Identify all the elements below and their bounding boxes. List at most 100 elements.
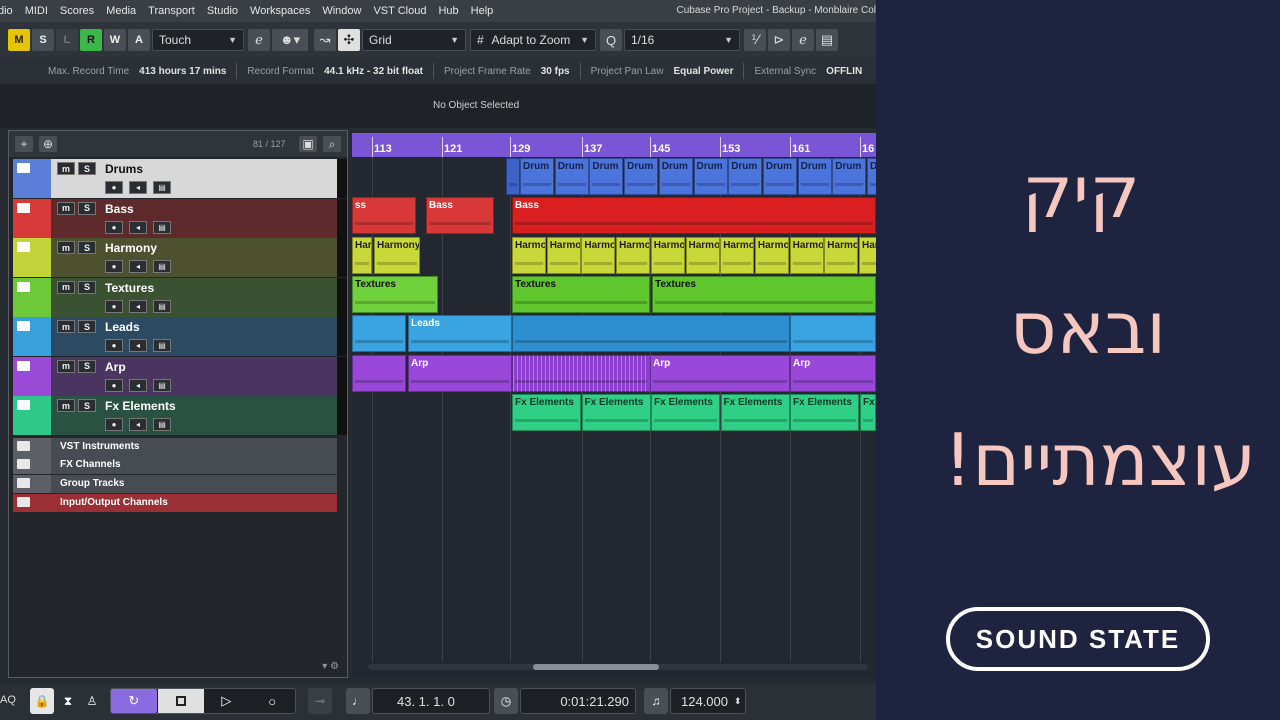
drum-clip[interactable]: Drum (797, 158, 832, 195)
mute-button[interactable]: m (57, 320, 75, 333)
solo-button[interactable]: S (78, 201, 96, 215)
arp-clip[interactable] (512, 354, 650, 392)
solo-button[interactable]: S (78, 320, 96, 333)
timeline-ruler[interactable]: 113 121 129 137 145 153 161 16 (352, 133, 876, 157)
record-enable-icon[interactable]: ● (105, 181, 123, 194)
harmony-clip[interactable]: Harmo (581, 236, 616, 274)
edit-channel-icon[interactable]: ▤ (153, 299, 171, 313)
bass-clip[interactable]: Bass (426, 197, 494, 235)
edit-channel-icon[interactable]: ▤ (153, 260, 171, 273)
harmony-clip[interactable]: Harmo (512, 236, 546, 274)
edit-channel-icon[interactable]: ▤ (153, 181, 171, 194)
drum-clip[interactable]: Drum (624, 158, 659, 195)
solo-button[interactable]: S (78, 280, 96, 294)
person-icon[interactable]: ♙ (80, 688, 104, 714)
track-name[interactable]: Bass (105, 202, 134, 216)
mute-button[interactable]: m (57, 399, 75, 412)
quantize-button[interactable]: Q (600, 29, 622, 51)
solo-button[interactable]: S (78, 162, 96, 175)
fx-elements-clip[interactable]: Fx Elements (512, 393, 581, 431)
drum-clip[interactable]: Drum (693, 158, 728, 195)
monitor-icon[interactable]: ◂ (129, 339, 147, 352)
folder-track-group-tracks[interactable]: Group Tracks (13, 475, 347, 494)
track-name[interactable]: Arp (105, 360, 126, 374)
mute-button[interactable]: m (57, 241, 75, 254)
harmony-clip[interactable]: Harmo (754, 236, 789, 274)
position-bars-display[interactable]: 43. 1. 1. 0 (372, 688, 490, 714)
settings-gear-icon[interactable]: ▾ ⚙ (322, 661, 339, 672)
folder-name[interactable]: VST Instruments (60, 441, 139, 452)
monitor-icon[interactable]: ◂ (129, 418, 147, 431)
monitor-icon[interactable]: ◂ (129, 181, 147, 194)
record-enable-icon[interactable]: ● (105, 378, 123, 392)
record-enable-icon[interactable]: ● (105, 220, 123, 234)
menu-item-scores[interactable]: Scores (60, 5, 94, 17)
drum-clip[interactable]: Drum (658, 158, 693, 195)
menu-item-midi[interactable]: MIDI (25, 5, 48, 17)
folder-name[interactable]: Group Tracks (60, 478, 124, 489)
position-time-display[interactable]: 0:01:21.290 (520, 688, 636, 714)
tempo-display[interactable]: 124.000 ⬍ (670, 688, 746, 714)
folder-name[interactable]: Input/Output Channels (60, 497, 168, 508)
arp-clip[interactable]: Arp (408, 354, 512, 392)
drum-clip[interactable]: Drum (728, 158, 763, 195)
iterative-quantize-icon[interactable]: ⅟ (744, 29, 766, 51)
track-row-harmony[interactable]: m S Harmony ● ◂ ▤ (13, 238, 347, 277)
monitor-icon[interactable]: ◂ (129, 260, 147, 273)
monitor-icon[interactable]: ◂ (129, 378, 147, 392)
harmony-clip[interactable]: Harmo (824, 236, 859, 274)
menu-item-media[interactable]: Media (106, 5, 136, 17)
edit-channel-icon[interactable]: ▤ (153, 418, 171, 431)
menu-item-transport[interactable]: Transport (148, 5, 195, 17)
edit-channel-icon[interactable]: ▤ (153, 339, 171, 352)
info-value[interactable]: OFFLIN (826, 66, 862, 77)
search-icon[interactable]: ⌕ (323, 136, 341, 152)
play-button[interactable]: ▷ (204, 689, 250, 713)
drum-clip[interactable]: Drum (589, 158, 624, 195)
panel-icon[interactable]: ▤ (816, 29, 838, 51)
edit-channel-icon[interactable]: ▤ (153, 378, 171, 392)
harmony-clip[interactable]: Harmo (352, 236, 372, 274)
drum-clip[interactable]: Drum (520, 158, 554, 195)
menu-item-dio[interactable]: dio (0, 5, 13, 17)
listen-mode-button[interactable]: L (56, 29, 78, 51)
stepper-icon[interactable]: ⬍ (734, 696, 742, 707)
snap-icon[interactable]: ✣ (338, 29, 360, 51)
folder-track-fx-channels[interactable]: FX Channels (13, 456, 347, 475)
harmony-clip[interactable]: Harmo (685, 236, 720, 274)
grid-mode-select[interactable]: # Adapt to Zoom ▼ (470, 29, 596, 51)
leads-clip[interactable] (352, 315, 406, 353)
record-enable-icon[interactable]: ● (105, 260, 123, 273)
menu-item-workspaces[interactable]: Workspaces (250, 5, 310, 17)
edit-icon[interactable]: ℯ (248, 29, 270, 51)
snap-curve-icon[interactable]: ↝ (314, 29, 336, 51)
read-automation-button[interactable]: R (80, 29, 102, 51)
track-visibility-icon[interactable]: ▣ (299, 136, 317, 152)
add-folder-icon[interactable]: ⊕ (39, 136, 57, 152)
arp-clip[interactable]: Arp (650, 354, 790, 392)
drum-clip[interactable] (506, 158, 520, 195)
mute-button[interactable]: m (57, 201, 75, 215)
harmony-clip[interactable]: Harmony (374, 236, 420, 274)
fx-elements-clip[interactable]: Fx Elements (720, 393, 790, 431)
add-track-icon[interactable]: + (15, 136, 33, 152)
arp-clip[interactable]: Arp (790, 354, 876, 392)
punch-icon[interactable]: ⊸ (308, 688, 332, 714)
textures-clip[interactable]: Textures (512, 275, 650, 313)
record-enable-icon[interactable]: ● (105, 418, 123, 431)
fx-elements-clip[interactable]: Fx Elements (790, 393, 859, 431)
solo-button[interactable]: S (78, 241, 96, 254)
tempo-icon[interactable]: ♫ (644, 688, 668, 714)
scroll-thumb[interactable] (533, 664, 659, 670)
track-name[interactable]: Fx Elements (105, 399, 176, 413)
drum-clip[interactable]: Drum (762, 158, 797, 195)
harmony-clip[interactable]: Harmo (720, 236, 755, 274)
solo-button[interactable]: S (78, 359, 96, 373)
menu-item-vst-cloud[interactable]: VST Cloud (373, 5, 426, 17)
harmony-clip[interactable]: Harmo (859, 236, 876, 274)
textures-clip[interactable]: Textures (652, 275, 876, 313)
record-button[interactable]: ○ (249, 689, 295, 713)
record-enable-icon[interactable]: ● (105, 299, 123, 313)
mute-mode-button[interactable]: M (8, 29, 30, 51)
edit-channel-icon[interactable]: ▤ (153, 220, 171, 234)
